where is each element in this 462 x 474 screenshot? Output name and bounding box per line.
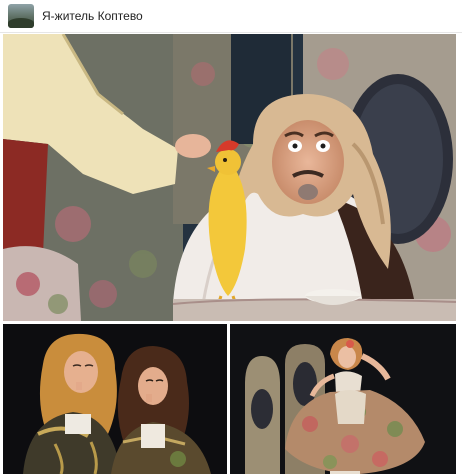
dancer-in-floral-dress-image: [230, 324, 456, 474]
two-actors-shushing-image: [3, 324, 227, 474]
photo-two-actors-in-wigs[interactable]: [3, 324, 227, 474]
photo-dancer-floral-dress[interactable]: [230, 324, 456, 474]
photo-main-theater-scene[interactable]: [3, 34, 456, 321]
theater-scene-rubber-chicken-image: [3, 34, 456, 321]
community-name-link[interactable]: Я-житель Коптево: [42, 9, 143, 23]
photo-grid: [3, 34, 456, 474]
post-header: Я-житель Коптево: [0, 0, 462, 33]
avatar-landscape-icon: [8, 18, 34, 28]
community-avatar[interactable]: [8, 4, 34, 28]
